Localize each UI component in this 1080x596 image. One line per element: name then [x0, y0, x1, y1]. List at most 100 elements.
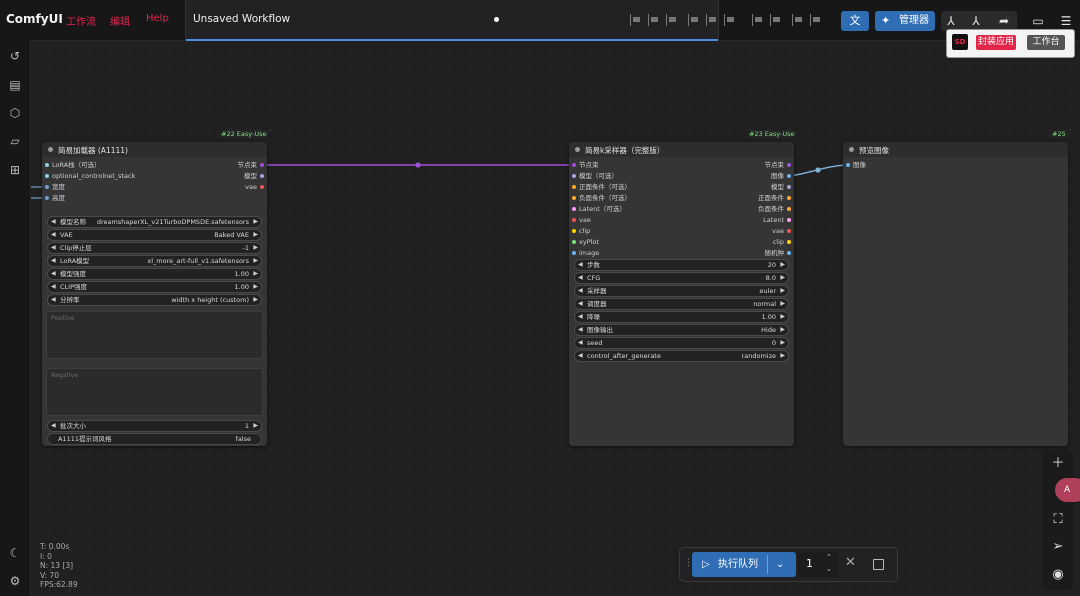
output-slot-dot[interactable] — [260, 163, 264, 167]
history-icon[interactable]: ↺ — [7, 48, 23, 64]
workbench-button[interactable]: 工作台 — [1027, 35, 1065, 50]
distribute-horizontal-icon[interactable] — [752, 14, 764, 26]
widget-model-strength[interactable]: ◀ 模型强度 1.00 ▶ — [47, 268, 262, 280]
settings-gear-icon[interactable]: ⚙ — [7, 573, 23, 589]
chevron-down-small-icon[interactable]: ⌄ — [826, 565, 832, 573]
widget-clip-skip[interactable]: ◀ Clip停止层 -1 ▶ — [47, 242, 262, 254]
navigate-arrow-icon[interactable]: ➢ — [1046, 536, 1070, 558]
menu-workflow[interactable]: 工作流 — [66, 13, 96, 28]
widget-lora-name[interactable]: ◀ LoRA模型 xl_more_art-full_v1.safetensors ▶ — [47, 255, 262, 267]
run-queue-button[interactable]: ▷ 执行队列 ⌄ — [692, 552, 796, 577]
hamburger-menu-icon[interactable]: ☰ — [1055, 11, 1077, 31]
match-height-icon[interactable] — [810, 14, 822, 26]
run-queue-label: 执行队列 — [718, 559, 758, 570]
align-right-icon[interactable] — [666, 14, 678, 26]
close-icon[interactable]: ✕ — [845, 555, 856, 570]
output-slot-dot[interactable] — [260, 185, 264, 189]
align-center-icon[interactable] — [648, 14, 660, 26]
translate-bubble[interactable]: A — [1055, 478, 1080, 502]
share-icon[interactable]: ➦ — [993, 11, 1015, 31]
panel-toggle-icon[interactable]: ▭ — [1027, 11, 1049, 31]
positive-prompt-textarea[interactable]: Positive — [46, 311, 263, 359]
widget-control-after-generate[interactable]: ◀ control_after_generate randomize ▶ — [574, 350, 789, 362]
manager-label: 管理器 — [899, 15, 929, 26]
widget-seed[interactable]: ◀ seed 0 ▶ — [574, 337, 789, 349]
input-slot-dot[interactable] — [572, 185, 576, 189]
node-preview-image[interactable]: 预览图像 图像 — [843, 142, 1068, 446]
input-slot-dot[interactable] — [572, 196, 576, 200]
queue-list-icon[interactable]: ▤ — [7, 77, 23, 93]
align-bottom-icon[interactable] — [724, 14, 736, 26]
fit-view-icon[interactable]: ⛶ — [1046, 509, 1070, 531]
visibility-eye-icon[interactable]: ◉ — [1046, 564, 1070, 586]
widget-denoise[interactable]: ◀ 降噪 1.00 ▶ — [574, 311, 789, 323]
output-slot-dot[interactable] — [787, 196, 791, 200]
widget-batch-size[interactable]: ◀ 批次大小 1 ▶ — [47, 420, 262, 432]
distribute-vertical-icon[interactable] — [770, 14, 782, 26]
input-slot-dot[interactable] — [572, 218, 576, 222]
folder-icon[interactable]: ▱ — [7, 133, 23, 149]
menu-help[interactable]: Help — [146, 13, 169, 24]
align-left-icon[interactable] — [630, 14, 642, 26]
input-slot-dot[interactable] — [572, 240, 576, 244]
node-easy-ksampler-full[interactable]: 简易k采样器（完整版） 节点束 模型（可选） 正面条件（可选） 负面条件（可选）… — [569, 142, 794, 446]
output-slot-dot[interactable] — [787, 174, 791, 178]
zoom-in-plus-icon[interactable]: ＋ — [1046, 453, 1070, 475]
moon-icon[interactable]: ☾ — [7, 545, 23, 561]
widget-cfg[interactable]: ◀ CFG 8.0 ▶ — [574, 272, 789, 284]
input-slot-xyplot: xyPlot — [579, 238, 599, 246]
input-slot-dot[interactable] — [572, 207, 576, 211]
input-slot-dot[interactable] — [572, 251, 576, 255]
menu-edit[interactable]: 编辑 — [110, 13, 130, 28]
stop-square-icon[interactable] — [873, 559, 884, 570]
manager-button[interactable]: ✦ 管理器 — [875, 11, 935, 31]
model-cube-icon[interactable]: ⬡ — [7, 105, 23, 121]
output-slot-dot[interactable] — [787, 229, 791, 233]
negative-prompt-textarea[interactable]: Negative — [46, 368, 263, 416]
widget-clip-strength[interactable]: ◀ CLIP强度 1.00 ▶ — [47, 281, 262, 293]
widget-scheduler[interactable]: ◀ 调度器 normal ▶ — [574, 298, 789, 310]
input-slot-dot[interactable] — [45, 163, 49, 167]
output-slot-dot[interactable] — [787, 240, 791, 244]
widget-image-output[interactable]: ◀ 图像输出 Hide ▶ — [574, 324, 789, 336]
align-top-icon[interactable] — [688, 14, 700, 26]
translate-button[interactable]: 文 — [841, 11, 869, 31]
chevron-down-icon[interactable]: ⌄ — [776, 552, 784, 577]
node-header[interactable]: 简易加载器 (A1111) — [42, 142, 267, 157]
widget-steps[interactable]: ◀ 步数 20 ▶ — [574, 259, 789, 271]
batch-count-stepper[interactable]: 1 ⌃ ⌄ — [798, 552, 838, 577]
collapse-dot-icon[interactable] — [849, 147, 854, 152]
widget-a1111-prompt-style[interactable]: A1111提示词风格 false — [47, 433, 262, 445]
run-queue-bar: ⋮ ▷ 执行队列 ⌄ 1 ⌃ ⌄ ✕ — [679, 547, 898, 582]
input-slot-dot[interactable] — [572, 174, 576, 178]
linear-icon[interactable]: ⅄ — [940, 11, 962, 31]
batch-count-value[interactable]: 1 — [806, 557, 813, 570]
output-slot-dot[interactable] — [787, 185, 791, 189]
collapse-dot-icon[interactable] — [48, 147, 53, 152]
input-slot-dot[interactable] — [572, 163, 576, 167]
widget-sampler-name[interactable]: ◀ 采样器 euler ▶ — [574, 285, 789, 297]
output-slot-dot[interactable] — [787, 207, 791, 211]
collapse-dot-icon[interactable] — [575, 147, 580, 152]
node-easy-loader[interactable]: 简易加载器 (A1111) LoRA栈（可选） optional_control… — [42, 142, 267, 446]
match-width-icon[interactable] — [792, 14, 804, 26]
input-slot-dot[interactable] — [45, 196, 49, 200]
node-tree-icon[interactable]: ⊞ — [7, 162, 23, 178]
output-slot-dot[interactable] — [260, 174, 264, 178]
widget-ckpt-name[interactable]: ◀ 模型名称 dreamshaperXL_v21TurboDPMSDE.safete… — [47, 216, 262, 228]
input-slot-dot[interactable] — [45, 174, 49, 178]
widget-vae[interactable]: ◀ VAE Baked VAE ▶ — [47, 229, 262, 241]
input-slot-dot[interactable] — [572, 229, 576, 233]
align-middle-icon[interactable] — [706, 14, 718, 26]
linear-alt-icon[interactable]: ⅄ — [965, 11, 987, 31]
widget-resolution[interactable]: ◀ 分辨率 width x height (custom) ▶ — [47, 294, 262, 306]
output-slot-dot[interactable] — [787, 163, 791, 167]
chevron-up-icon[interactable]: ⌃ — [826, 553, 832, 561]
input-slot-dot[interactable] — [846, 163, 850, 167]
node-header[interactable]: 预览图像 — [843, 142, 1068, 157]
input-slot-dot[interactable] — [45, 185, 49, 189]
output-slot-dot[interactable] — [787, 251, 791, 255]
node-header[interactable]: 简易k采样器（完整版） — [569, 142, 794, 157]
output-slot-dot[interactable] — [787, 218, 791, 222]
pack-app-button[interactable]: 封装应用 — [976, 35, 1016, 50]
